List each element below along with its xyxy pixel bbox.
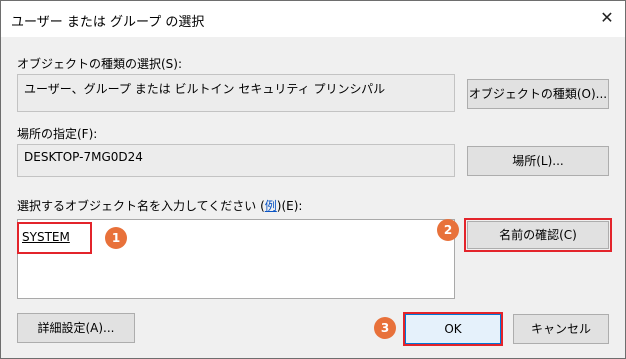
advanced-button[interactable]: 詳細設定(A)...: [17, 313, 135, 343]
examples-link[interactable]: 例: [265, 199, 277, 213]
close-icon[interactable]: ✕: [599, 10, 615, 26]
location-value: DESKTOP-7MG0D24: [24, 150, 143, 164]
object-names-label: 選択するオブジェクト名を入力してください (例)(E):: [17, 197, 302, 214]
object-type-label: オブジェクトの種類の選択(S):: [17, 57, 183, 71]
ok-highlight-box: [403, 312, 503, 346]
title-bar: ユーザー または グループ の選択 ✕: [1, 1, 625, 37]
object-type-value: ユーザー、グループ または ビルトイン セキュリティ プリンシパル: [24, 82, 386, 96]
location-field: DESKTOP-7MG0D24: [17, 144, 455, 177]
location-label: 場所の指定(F):: [17, 127, 98, 141]
locations-button[interactable]: 場所(L)...: [467, 146, 609, 176]
dialog-title: ユーザー または グループ の選択: [11, 15, 205, 30]
check-names-highlight-box: [464, 218, 612, 252]
step-badge-1: 1: [105, 227, 127, 249]
cancel-button[interactable]: キャンセル: [513, 314, 609, 344]
object-type-field: ユーザー、グループ または ビルトイン セキュリティ プリンシパル: [17, 74, 455, 112]
step-badge-2: 2: [437, 219, 459, 241]
object-types-button[interactable]: オブジェクトの種類(O)...: [467, 79, 609, 109]
system-highlight-box: [17, 222, 92, 254]
object-names-label-prefix: 選択するオブジェクト名を入力してください (: [17, 199, 265, 213]
object-names-label-suffix: )(E):: [276, 199, 303, 213]
step-badge-3: 3: [374, 317, 396, 339]
select-users-or-groups-dialog: ユーザー または グループ の選択 ✕ オブジェクトの種類の選択(S): ユーザ…: [0, 0, 626, 359]
